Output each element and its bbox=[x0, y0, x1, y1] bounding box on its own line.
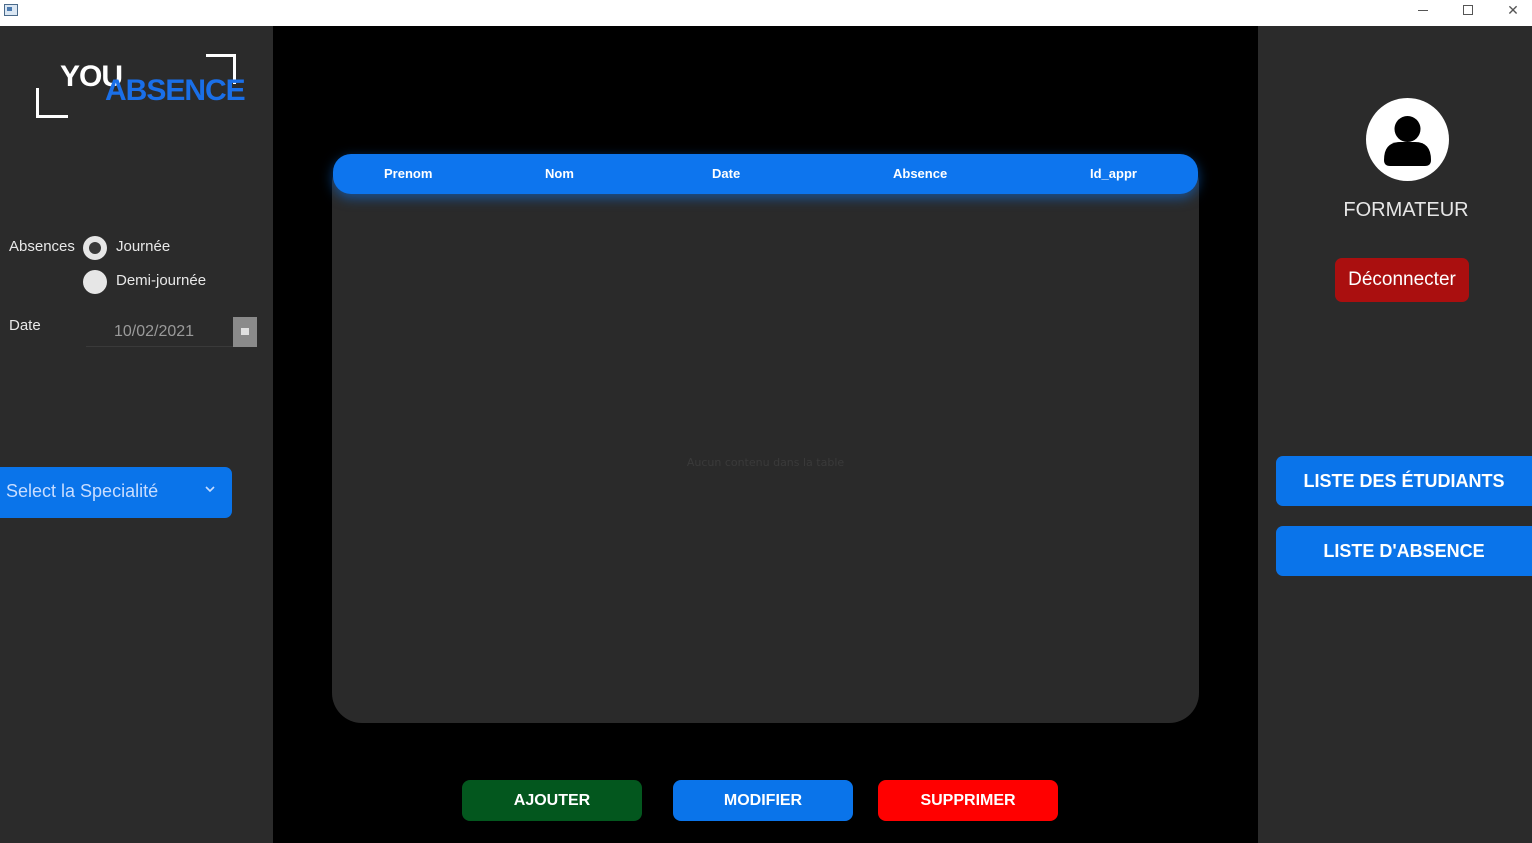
edit-button[interactable]: MODIFIER bbox=[673, 780, 853, 821]
calendar-icon bbox=[241, 328, 249, 335]
user-role-label: FORMATEUR bbox=[1343, 199, 1469, 221]
app-icon bbox=[4, 4, 18, 16]
radio-journee[interactable] bbox=[83, 236, 107, 260]
speciality-select-placeholder: Select la Specialité bbox=[6, 481, 159, 501]
logout-button[interactable]: Déconnecter bbox=[1335, 258, 1469, 302]
radio-demi-journee[interactable] bbox=[83, 270, 107, 294]
window-title-bar: ✕ bbox=[0, 0, 1532, 26]
table-empty-message: Aucun contenu dans la table bbox=[686, 456, 845, 469]
minimize-button[interactable] bbox=[1401, 0, 1445, 22]
add-button[interactable]: AJOUTER bbox=[462, 780, 642, 821]
left-sidebar bbox=[0, 26, 273, 843]
absence-table[interactable]: Aucun contenu dans la table bbox=[332, 154, 1199, 723]
radio-journee-label[interactable]: Journée bbox=[116, 238, 170, 255]
minimize-icon bbox=[1418, 10, 1428, 11]
user-icon bbox=[1384, 116, 1431, 166]
table-header: Prenom Nom Date Absence Id_appr bbox=[333, 154, 1198, 194]
app-logo: YOU ABSENCE bbox=[36, 54, 246, 118]
logo-text-absence: ABSENCE bbox=[105, 74, 246, 107]
column-header-prenom[interactable]: Prenom bbox=[384, 166, 432, 181]
delete-button[interactable]: SUPPRIMER bbox=[878, 780, 1058, 821]
close-icon: ✕ bbox=[1507, 3, 1519, 19]
column-header-absence[interactable]: Absence bbox=[893, 166, 947, 181]
column-header-id-appr[interactable]: Id_appr bbox=[1090, 166, 1137, 181]
close-button[interactable]: ✕ bbox=[1491, 0, 1532, 22]
absence-list-button[interactable]: LISTE D'ABSENCE bbox=[1276, 526, 1532, 576]
students-list-button[interactable]: LISTE DES ÉTUDIANTS bbox=[1276, 456, 1532, 506]
column-header-date[interactable]: Date bbox=[712, 166, 740, 181]
avatar bbox=[1366, 98, 1449, 181]
radio-demi-journee-label[interactable]: Demi-journée bbox=[116, 272, 206, 289]
date-label: Date bbox=[9, 317, 41, 334]
maximize-button[interactable] bbox=[1446, 0, 1490, 22]
date-picker-button[interactable] bbox=[233, 317, 257, 347]
speciality-select[interactable]: Select la Specialité bbox=[0, 467, 232, 518]
absences-label: Absences bbox=[9, 238, 75, 255]
maximize-icon bbox=[1463, 5, 1473, 15]
column-header-nom[interactable]: Nom bbox=[545, 166, 574, 181]
date-input[interactable]: 10/02/2021 bbox=[86, 317, 233, 347]
chevron-down-icon bbox=[205, 486, 215, 493]
